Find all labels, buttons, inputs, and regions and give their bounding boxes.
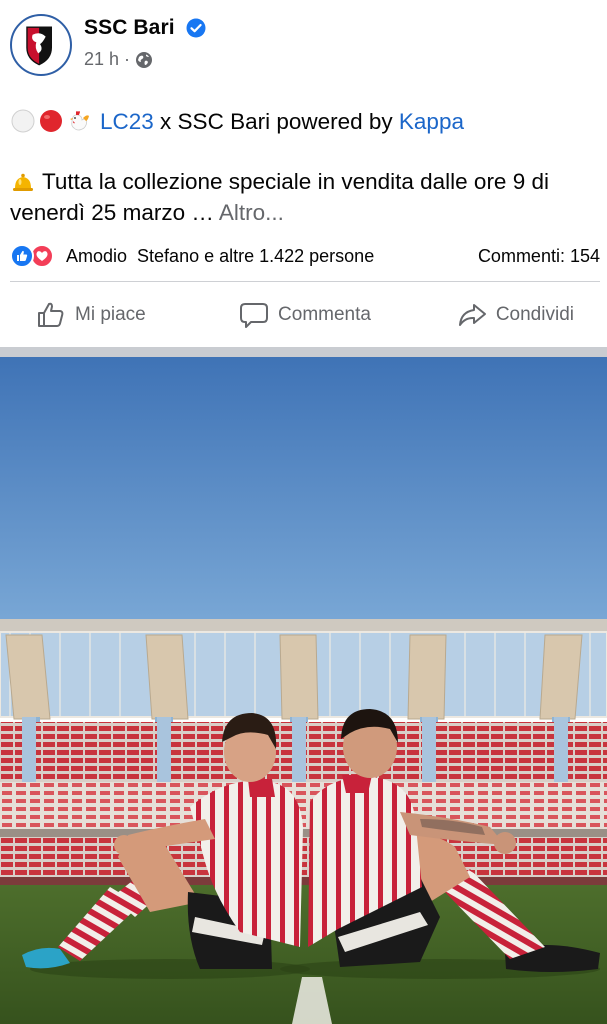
reaction-names[interactable]: Amodio Stefano e altre 1.422 persone bbox=[66, 246, 374, 267]
divider bbox=[10, 281, 600, 282]
post-actions: Mi piace Commenta Condividi bbox=[0, 290, 607, 340]
share-button[interactable]: Condividi bbox=[395, 290, 607, 340]
comments-count[interactable]: Commenti: 154 bbox=[478, 246, 600, 267]
post-photo[interactable] bbox=[0, 357, 607, 1024]
headline-text: x SSC Bari powered by bbox=[153, 108, 399, 134]
post-headline: LC23 x SSC Bari powered by Kappa bbox=[10, 104, 600, 138]
post-body-text-2: venerdì 25 marzo … bbox=[10, 200, 214, 225]
thumbs-up-icon bbox=[38, 302, 64, 327]
page-name[interactable]: SSC Bari bbox=[84, 16, 175, 40]
post-time[interactable]: 21 h bbox=[84, 49, 119, 70]
bell-emoji-icon bbox=[13, 173, 33, 191]
lc23-link[interactable]: LC23 bbox=[100, 106, 154, 137]
rooster-emoji-icon bbox=[70, 111, 89, 131]
share-label: Condividi bbox=[495, 304, 574, 325]
meta-separator: · bbox=[124, 49, 131, 69]
like-button[interactable]: Mi piace bbox=[0, 290, 215, 340]
globe-icon bbox=[136, 51, 153, 68]
post-text: LC23 x SSC Bari powered by Kappa Tutta l… bbox=[10, 104, 600, 228]
red-circle-emoji-icon bbox=[40, 110, 62, 132]
page-avatar[interactable] bbox=[10, 14, 72, 76]
comment-label: Commenta bbox=[278, 304, 371, 325]
kappa-link[interactable]: Kappa bbox=[399, 106, 464, 137]
post-body-line-1: Tutta la collezione speciale in vendita … bbox=[10, 166, 600, 197]
like-label: Mi piace bbox=[75, 304, 146, 325]
post-body-line-2: venerdì 25 marzo … Altro... bbox=[10, 197, 600, 228]
stadium-players-image bbox=[0, 357, 607, 1024]
verified-badge-icon bbox=[186, 18, 206, 38]
like-reaction-icon bbox=[10, 244, 34, 268]
feed-separator bbox=[0, 347, 607, 357]
reaction-icons[interactable] bbox=[10, 243, 60, 269]
ssc-bari-logo bbox=[14, 18, 64, 68]
comment-button[interactable]: Commenta bbox=[215, 290, 394, 340]
speech-bubble-icon bbox=[240, 303, 269, 328]
post-meta: 21 h · bbox=[84, 49, 153, 70]
share-arrow-icon bbox=[458, 304, 486, 326]
white-circle-emoji-icon bbox=[11, 109, 35, 133]
post-header: SSC Bari 21 h · bbox=[0, 0, 607, 95]
reactions-bar: Amodio Stefano e altre 1.422 persone Com… bbox=[10, 241, 600, 271]
see-more-link[interactable]: Altro... bbox=[214, 200, 284, 225]
post-body-text-1: Tutta la collezione speciale in vendita … bbox=[42, 169, 549, 194]
